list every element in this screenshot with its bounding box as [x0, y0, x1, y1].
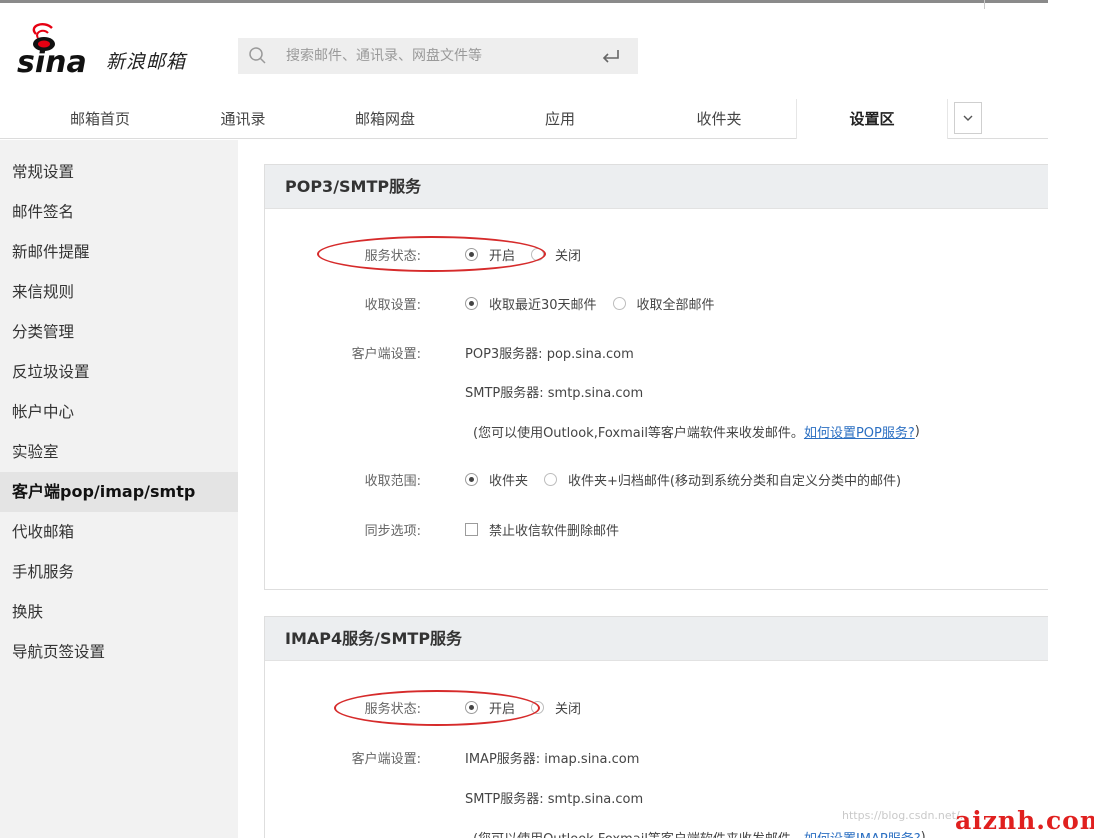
- sidebar-item-client-protocols[interactable]: 客户端pop/imap/smtp: [0, 472, 238, 512]
- pop-status-off-label: 关闭: [555, 249, 582, 264]
- pop-note-end: ): [914, 424, 920, 439]
- sidebar-item-mobile[interactable]: 手机服务: [0, 552, 238, 592]
- chevron-down-icon: [963, 115, 973, 121]
- imap-status-on-label: 开启: [489, 702, 516, 717]
- enter-icon[interactable]: [600, 48, 622, 64]
- pop-sync-label: 同步选项:: [364, 524, 421, 539]
- pop-status-on-label: 开启: [489, 249, 516, 264]
- imap-note-end: ): [920, 830, 926, 838]
- sidebar-item-lab[interactable]: 实验室: [0, 432, 238, 472]
- imap-smtp-server-text: SMTP服务器: smtp.sina.com: [465, 792, 644, 807]
- watermark-text: aiznh.com: [955, 806, 1094, 835]
- search-input[interactable]: [286, 44, 586, 68]
- imap-server-text: IMAP服务器: imap.sina.com: [465, 752, 640, 767]
- sync-disable-delete-label: 禁止收信软件删除邮件: [489, 524, 620, 539]
- range-archive-radio[interactable]: [544, 473, 558, 486]
- main-nav: 邮箱首页 通讯录 邮箱网盘 应用 收件夹 设置区: [0, 99, 1048, 139]
- top-divider: [0, 0, 1048, 3]
- imap-help-link[interactable]: 如何设置IMAP服务?: [804, 828, 921, 838]
- sidebar-item-nav-tabs[interactable]: 导航页签设置: [0, 632, 238, 672]
- range-inbox-label: 收件夹: [489, 474, 529, 489]
- fetch-all-label: 收取全部邮件: [636, 298, 715, 313]
- sidebar-item-skin[interactable]: 换肤: [0, 592, 238, 632]
- pop-help-link[interactable]: 如何设置POP服务?: [804, 422, 915, 441]
- tab-contacts[interactable]: 通讯录: [198, 99, 288, 139]
- pop-server-text: POP3服务器: pop.sina.com: [465, 347, 634, 362]
- logo-text: 新浪邮箱: [106, 51, 187, 73]
- tab-mail-home[interactable]: 邮箱首页: [40, 99, 160, 139]
- sidebar-item-incoming-rules[interactable]: 来信规则: [0, 272, 238, 312]
- pop-smtp-server-text: SMTP服务器: smtp.sina.com: [465, 386, 644, 401]
- pop-status-label: 服务状态:: [364, 249, 421, 264]
- pop-status-off-radio[interactable]: [531, 248, 545, 261]
- sidebar-item-signature[interactable]: 邮件签名: [0, 192, 238, 232]
- fetch-all-radio[interactable]: [612, 297, 626, 310]
- imap-panel-title: IMAP4服务/SMTP服务: [265, 617, 1048, 661]
- sidebar-item-categories[interactable]: 分类管理: [0, 312, 238, 352]
- range-archive-label: 收件夹+归档邮件(移动到系统分类和自定义分类中的邮件): [568, 474, 902, 489]
- pop-range-label: 收取范围:: [364, 474, 421, 489]
- sina-mail-logo[interactable]: sina 新浪邮箱: [14, 22, 234, 78]
- fetch-recent-label: 收取最近30天邮件: [489, 298, 597, 313]
- pop-fetch-label: 收取设置:: [364, 298, 421, 313]
- imap-status-on-radio[interactable]: [465, 701, 478, 714]
- sidebar-item-general[interactable]: 常规设置: [0, 152, 238, 192]
- sidebar-item-new-mail-alert[interactable]: 新邮件提醒: [0, 232, 238, 272]
- tab-netdisk[interactable]: 邮箱网盘: [330, 99, 440, 139]
- sidebar-item-antispam[interactable]: 反垃圾设置: [0, 352, 238, 392]
- search-icon: [249, 47, 266, 64]
- sina-logo-icon: sina: [17, 23, 87, 78]
- imap-status-label: 服务状态:: [364, 702, 421, 717]
- imap-note-text: (您可以使用Outlook,Foxmail等客户端软件来收发邮件。: [473, 828, 804, 838]
- imap-status-off-label: 关闭: [555, 702, 582, 717]
- top-divider-tick: [984, 0, 985, 9]
- pop3-panel-title: POP3/SMTP服务: [265, 165, 1048, 209]
- sidebar-item-collect-mailbox[interactable]: 代收邮箱: [0, 512, 238, 552]
- imap-status-off-radio[interactable]: [531, 701, 545, 714]
- nav-more-button[interactable]: [954, 102, 982, 134]
- settings-sidebar: 常规设置 邮件签名 新邮件提醒 来信规则 分类管理 反垃圾设置 帐户中心 实验室…: [0, 140, 238, 838]
- search-bar[interactable]: [238, 38, 638, 74]
- pop-client-label: 客户端设置:: [351, 347, 421, 362]
- svg-text:sina: sina: [17, 45, 87, 78]
- tab-apps[interactable]: 应用: [510, 99, 610, 139]
- fetch-recent-radio[interactable]: [465, 297, 478, 310]
- pop3-smtp-panel: POP3/SMTP服务 服务状态: 开启 关闭 收取设置: 收取最近30天邮件 …: [264, 164, 1048, 590]
- tab-settings[interactable]: 设置区: [796, 99, 948, 139]
- pop-status-on-radio[interactable]: [465, 248, 478, 261]
- tab-inbox[interactable]: 收件夹: [664, 99, 774, 139]
- pop-note-text: (您可以使用Outlook,Foxmail等客户端软件来收发邮件。: [473, 426, 804, 441]
- imap-client-label: 客户端设置:: [351, 752, 421, 767]
- imap-smtp-panel: IMAP4服务/SMTP服务 服务状态: 开启 关闭 客户端设置: IMAP服务…: [264, 616, 1048, 838]
- sync-disable-delete-checkbox[interactable]: [465, 523, 478, 536]
- sidebar-item-account[interactable]: 帐户中心: [0, 392, 238, 432]
- range-inbox-radio[interactable]: [465, 473, 478, 486]
- watermark-url: https://blog.csdn.net/...: [842, 809, 971, 822]
